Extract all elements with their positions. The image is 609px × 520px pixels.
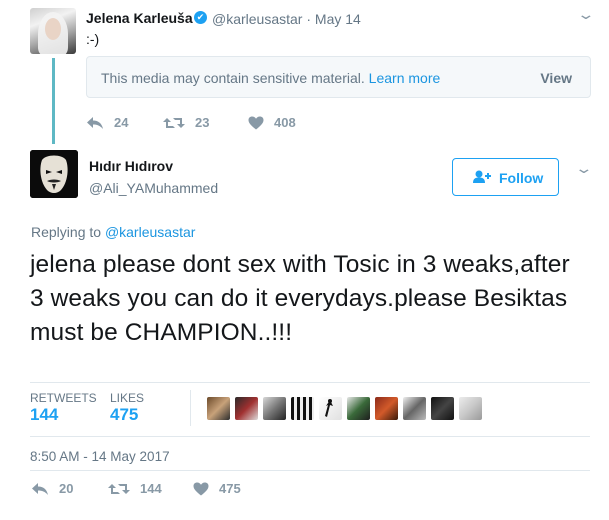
liker-avatar[interactable] <box>263 397 286 420</box>
tweet-text: jelena please dont sex with Tosic in 3 w… <box>30 251 570 346</box>
liker-avatar[interactable] <box>403 397 426 420</box>
mask-avatar-image <box>30 150 78 198</box>
author-name[interactable]: Jelena Karleuša <box>86 10 193 26</box>
author-handle[interactable]: @karleusastar <box>212 11 302 27</box>
like-count: 475 <box>219 481 241 496</box>
author-name[interactable]: Hıdır Hıdırov <box>89 158 173 174</box>
liker-avatar[interactable] <box>291 397 314 420</box>
thread-connector-line <box>52 58 55 144</box>
view-media-button[interactable]: View <box>540 70 572 86</box>
reply-count: 24 <box>114 115 129 130</box>
liker-avatar[interactable] <box>375 397 398 420</box>
follow-button[interactable]: Follow <box>452 158 559 196</box>
avatar-jelena[interactable] <box>30 8 76 54</box>
likes-count: 475 <box>110 405 139 424</box>
liker-avatar[interactable] <box>235 397 258 420</box>
divider <box>30 436 590 437</box>
replying-handle-link[interactable]: @karleusastar <box>105 224 195 240</box>
author-handle[interactable]: @Ali_YAMuhammed <box>89 180 218 196</box>
liker-avatar[interactable] <box>319 397 342 420</box>
caret-down-icon[interactable]: ⌄ <box>574 160 593 177</box>
likes-stat[interactable]: LIKES 475 <box>110 391 144 425</box>
avatar-hidir[interactable] <box>30 150 78 198</box>
heart-icon <box>193 482 209 496</box>
like-action[interactable]: 475 <box>193 481 241 496</box>
retweets-label: RETWEETS <box>30 391 97 405</box>
follow-label: Follow <box>499 170 544 186</box>
liker-avatar[interactable] <box>347 397 370 420</box>
reply-action[interactable]: 20 <box>31 481 73 496</box>
like-count: 408 <box>274 115 296 130</box>
retweets-stat[interactable]: RETWEETS 144 <box>30 391 97 425</box>
replying-prefix: Replying to <box>31 224 102 240</box>
reply-action[interactable]: 24 <box>86 115 128 130</box>
author-handle-line[interactable]: @karleusastar · May 14 <box>212 11 361 27</box>
media-notice-text: This media may contain sensitive materia… <box>101 70 440 86</box>
retweets-count: 144 <box>30 405 59 424</box>
liker-avatar[interactable] <box>459 397 482 420</box>
stats-divider <box>190 390 191 426</box>
retweet-count: 144 <box>140 481 162 496</box>
reply-count: 20 <box>59 481 74 496</box>
retweet-icon <box>108 484 130 494</box>
caret-down-icon[interactable]: ⌄ <box>576 6 595 23</box>
reply-icon <box>32 483 48 495</box>
like-action[interactable]: 408 <box>248 115 296 130</box>
divider <box>30 382 590 383</box>
verified-icon: ✔ <box>194 11 207 24</box>
heart-icon <box>248 116 264 130</box>
retweet-icon <box>163 118 185 128</box>
learn-more-link[interactable]: Learn more <box>369 70 441 86</box>
liker-avatar[interactable] <box>431 397 454 420</box>
tweet-text: :-) <box>86 31 100 47</box>
sensitive-media-notice: This media may contain sensitive materia… <box>86 56 591 98</box>
retweet-action[interactable]: 144 <box>108 481 162 496</box>
likes-label: LIKES <box>110 391 145 405</box>
follow-user-icon <box>473 170 491 183</box>
reply-icon <box>87 117 103 129</box>
media-notice-message: This media may contain sensitive materia… <box>101 70 365 86</box>
divider <box>30 470 590 471</box>
liker-avatar[interactable] <box>207 397 230 420</box>
tweet-date[interactable]: · May 14 <box>306 11 360 27</box>
retweet-action[interactable]: 23 <box>163 115 209 130</box>
retweet-count: 23 <box>195 115 210 130</box>
replying-to: Replying to @karleusastar <box>31 224 195 240</box>
tweet-timestamp[interactable]: 8:50 AM - 14 May 2017 <box>30 449 170 464</box>
